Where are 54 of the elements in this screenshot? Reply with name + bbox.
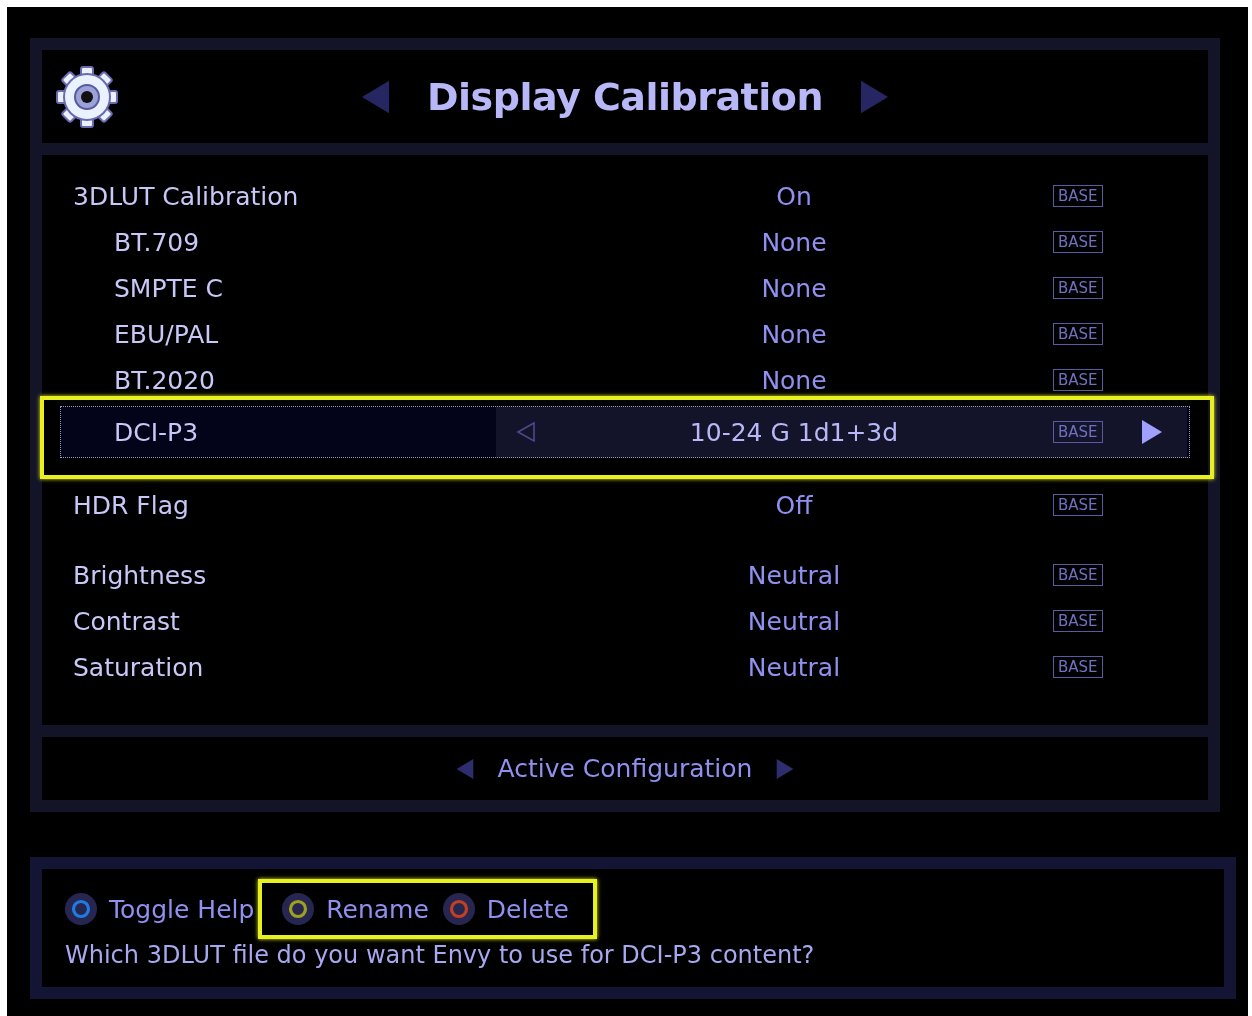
setting-value: 10-24 G 1d1+3d (688, 417, 900, 447)
help-action[interactable]: Toggle Help (65, 893, 255, 925)
base-tag: BASE (1053, 231, 1103, 253)
left-arrow-icon[interactable] (455, 758, 474, 779)
configuration-label: Active Configuration (497, 754, 753, 783)
setting-value: None (760, 227, 828, 257)
left-arrow-icon[interactable] (362, 79, 390, 114)
help-text: Which 3DLUT file do you want Envy to use for DCI-P3 content? (65, 941, 816, 969)
setting-row[interactable]: SMPTE C None BASE (60, 265, 1190, 311)
setting-row[interactable]: 3DLUT Calibration On BASE (60, 173, 1190, 219)
setting-label: Brightness (72, 560, 208, 590)
setting-value: None (760, 319, 828, 349)
setting-label: DCI-P3 (113, 417, 200, 447)
setting-value: Neutral (746, 652, 842, 682)
base-tag: BASE (1053, 421, 1103, 443)
help-action[interactable]: Delete (442, 893, 569, 925)
setting-value: Neutral (746, 560, 842, 590)
setting-value: None (760, 365, 828, 395)
help-action[interactable]: Rename (282, 893, 429, 925)
setting-label: SMPTE C (113, 273, 224, 303)
setting-label: BT.709 (113, 227, 201, 257)
button-icon (442, 893, 475, 925)
button-icon (65, 893, 97, 925)
base-tag: BASE (1053, 494, 1103, 516)
base-tag: BASE (1053, 656, 1103, 678)
setting-label: Saturation (72, 652, 205, 682)
button-icon (282, 893, 315, 925)
setting-label: Contrast (72, 606, 181, 636)
setting-label: HDR Flag (72, 490, 190, 520)
right-arrow-icon[interactable] (1142, 420, 1162, 444)
base-tag: BASE (1053, 323, 1103, 345)
setting-label: 3DLUT Calibration (72, 181, 300, 211)
setting-row[interactable]: HDR Flag Off BASE (60, 482, 1190, 528)
setting-row[interactable]: EBU/PAL None BASE (60, 311, 1190, 357)
setting-row[interactable]: Saturation Neutral BASE (60, 644, 1190, 690)
setting-label: EBU/PAL (113, 319, 220, 349)
base-tag: BASE (1053, 277, 1103, 299)
setting-value: On (775, 181, 813, 211)
setting-row[interactable]: BT.2020 None BASE (60, 357, 1190, 403)
base-tag: BASE (1053, 564, 1103, 586)
setting-value: Off (774, 490, 814, 520)
base-tag: BASE (1053, 185, 1103, 207)
setting-row[interactable]: Contrast Neutral BASE (60, 598, 1190, 644)
page-title: Display Calibration (427, 74, 823, 119)
left-arrow-icon[interactable] (516, 420, 536, 444)
setting-label: BT.2020 (113, 365, 217, 395)
setting-row[interactable]: BT.709 None BASE (60, 219, 1190, 265)
base-tag: BASE (1053, 369, 1103, 391)
setting-value: Neutral (746, 606, 842, 636)
setting-row[interactable]: Brightness Neutral BASE (60, 552, 1190, 598)
setting-row[interactable]: DCI-P3 10-24 G 1d1+3d BASE (60, 406, 1190, 458)
setting-value: None (760, 273, 828, 303)
base-tag: BASE (1053, 610, 1103, 632)
gear-icon[interactable] (54, 63, 120, 130)
